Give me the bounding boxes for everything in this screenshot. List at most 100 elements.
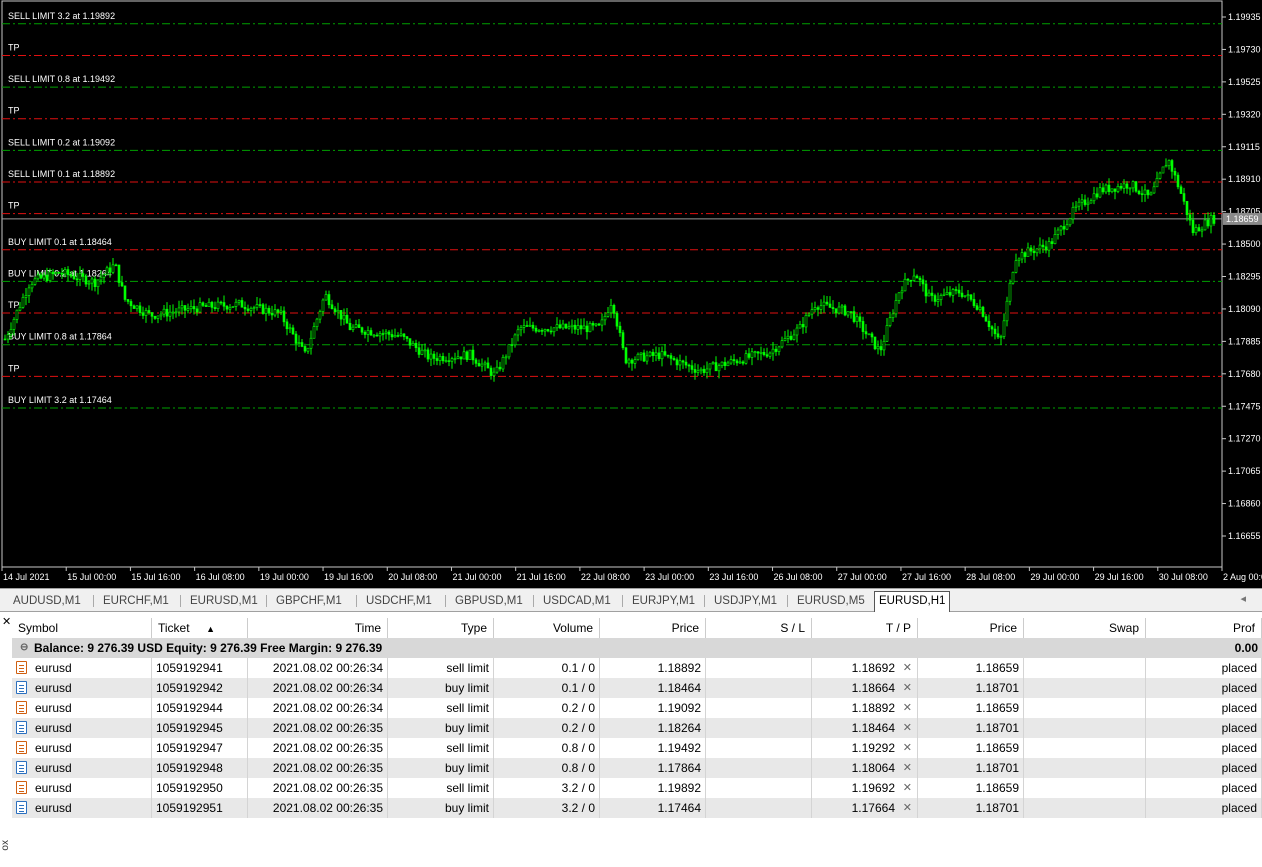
time-axis-label: 26 Jul 08:00 (774, 572, 823, 582)
cell-ticket: 1059192951 (152, 798, 248, 818)
candle (696, 364, 700, 376)
tab-eurchf-m1[interactable]: EURCHF,M1 (103, 592, 169, 610)
tab-scroll-left-icon[interactable]: ◂ (1240, 592, 1246, 605)
cell-swap (1024, 678, 1146, 698)
cell-sl (706, 778, 812, 798)
pending-order-icon (16, 721, 27, 734)
candle (666, 354, 670, 359)
candle (498, 361, 502, 372)
remove-tp-icon[interactable]: ✕ (903, 738, 912, 758)
close-icon[interactable]: ✕ (2, 615, 11, 628)
tab-separator (93, 595, 94, 607)
price-axis-label: 1.18090 (1228, 304, 1261, 314)
column-header-price[interactable]: Price (918, 618, 1024, 638)
column-header-time[interactable]: Time (248, 618, 388, 638)
candle (1080, 193, 1084, 210)
candle (267, 305, 271, 316)
tab-eurusd-m5[interactable]: EURUSD,M5 (797, 592, 865, 610)
candle (1026, 242, 1030, 257)
candle (300, 339, 304, 348)
candle (642, 349, 646, 362)
candle (519, 325, 523, 337)
balance-row[interactable]: ⊖ Balance: 9 276.39 USD Equity: 9 276.39… (12, 638, 1262, 658)
remove-tp-icon[interactable]: ✕ (903, 718, 912, 738)
candle (228, 304, 232, 314)
cell-sl (706, 738, 812, 758)
cell-ticket: 1059192944 (152, 698, 248, 718)
remove-tp-icon[interactable]: ✕ (903, 698, 912, 718)
candle (930, 285, 934, 302)
column-header-s-l[interactable]: S / L (706, 618, 812, 638)
candle (537, 329, 541, 333)
chart-canvas[interactable]: 1.19935 1.19730 1.19525 1.19320 1.19115 1.189… (0, 0, 1262, 588)
candle (378, 331, 382, 343)
column-header-price[interactable]: Price (600, 618, 706, 638)
candle (132, 304, 136, 309)
candle (1071, 202, 1075, 224)
table-row[interactable]: eurusd 1059192942 2021.08.02 00:26:34 buy l… (12, 678, 1262, 698)
candle (711, 361, 715, 365)
candle (987, 314, 991, 331)
table-row[interactable]: eurusd 1059192950 2021.08.02 00:26:35 sell … (12, 778, 1262, 798)
column-header-volume[interactable]: Volume (494, 618, 600, 638)
pending-order-icon (16, 781, 27, 794)
column-header-symbol[interactable]: Symbol (12, 618, 152, 638)
tab-eurjpy-m1[interactable]: EURJPY,M1 (632, 592, 695, 610)
cell-sl (706, 678, 812, 698)
cell-symbol: eurusd (12, 698, 152, 718)
cell-ticket: 1059192950 (152, 778, 248, 798)
column-header-type[interactable]: Type (388, 618, 494, 638)
candle (570, 319, 574, 334)
candle (1167, 159, 1171, 170)
tab-gbpusd-m1[interactable]: GBPUSD,M1 (455, 592, 523, 610)
collapse-icon[interactable]: ⊖ (20, 638, 28, 658)
tab-audusd-m1[interactable]: AUDUSD,M1 (13, 592, 81, 610)
tab-gbpchf-m1[interactable]: GBPCHF,M1 (276, 592, 342, 610)
column-header-t-p[interactable]: T / P (812, 618, 918, 638)
candle (957, 283, 961, 298)
price-chart[interactable]: 1.19935 1.19730 1.19525 1.19320 1.19115 1.189… (0, 0, 1262, 588)
column-header-ticket[interactable]: Ticket ▲ (152, 618, 248, 638)
candle (90, 276, 94, 291)
candle (165, 302, 169, 322)
time-axis-label: 29 Jul 00:00 (1030, 572, 1079, 582)
candle (894, 293, 898, 318)
candle (159, 311, 163, 321)
tab-eurusd-h1[interactable]: EURUSD,H1 (874, 591, 951, 612)
remove-tp-icon[interactable]: ✕ (903, 758, 912, 778)
remove-tp-icon[interactable]: ✕ (903, 778, 912, 798)
candle (903, 272, 907, 292)
candle (1077, 197, 1081, 211)
candle (816, 305, 820, 317)
cell-swap (1024, 798, 1146, 818)
candle (138, 302, 142, 316)
table-row[interactable]: eurusd 1059192948 2021.08.02 00:26:35 buy l… (12, 758, 1262, 778)
table-row[interactable]: eurusd 1059192945 2021.08.02 00:26:35 buy l… (12, 718, 1262, 738)
candle (1008, 279, 1012, 306)
candle (198, 297, 202, 314)
current-price-label: 1.18659 (1226, 214, 1259, 224)
table-row[interactable]: eurusd 1059192944 2021.08.02 00:26:34 sell … (12, 698, 1262, 718)
candle (450, 356, 454, 369)
tab-usdjpy-m1[interactable]: USDJPY,M1 (714, 592, 777, 610)
remove-tp-icon[interactable]: ✕ (903, 798, 912, 818)
tab-usdchf-m1[interactable]: USDCHF,M1 (366, 592, 432, 610)
candle (993, 322, 997, 340)
table-row[interactable]: eurusd 1059192947 2021.08.02 00:26:35 sell … (12, 738, 1262, 758)
tab-usdcad-m1[interactable]: USDCAD,M1 (543, 592, 611, 610)
remove-tp-icon[interactable]: ✕ (903, 658, 912, 678)
cell-profit: placed (1146, 658, 1262, 678)
candle (591, 321, 595, 331)
column-header-swap[interactable]: Swap (1024, 618, 1146, 638)
table-row[interactable]: eurusd 1059192941 2021.08.02 00:26:34 sell … (12, 658, 1262, 678)
price-axis-label: 1.19730 (1228, 44, 1261, 54)
tab-eurusd-m1[interactable]: EURUSD,M1 (190, 592, 258, 610)
remove-tp-icon[interactable]: ✕ (903, 678, 912, 698)
column-header-prof[interactable]: Prof (1146, 618, 1262, 638)
candle (516, 325, 520, 342)
candle (1068, 217, 1072, 227)
candle (852, 306, 856, 324)
price-axis-label: 1.19320 (1228, 109, 1261, 119)
cell-tp: 1.19292 ✕ (812, 738, 918, 758)
table-row[interactable]: eurusd 1059192951 2021.08.02 00:26:35 buy l… (12, 798, 1262, 818)
